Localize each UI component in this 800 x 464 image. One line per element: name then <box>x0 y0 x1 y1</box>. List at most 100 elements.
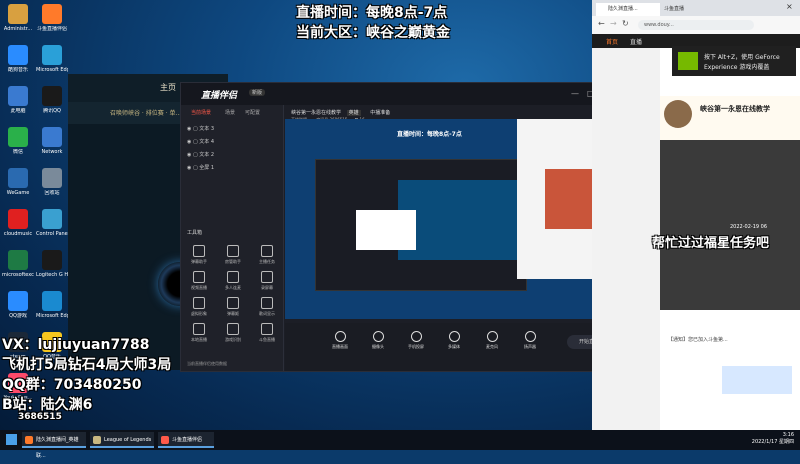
back-icon[interactable]: ← <box>598 19 605 28</box>
desktop-icon[interactable]: 回收站 <box>36 168 68 196</box>
source-item[interactable]: ◉ ▢ 文本 2 <box>187 151 214 158</box>
control-label: 手机投屏 <box>408 344 424 349</box>
control-button[interactable]: 扬声器 <box>515 331 545 350</box>
desktop-icon[interactable]: QQ游戏 <box>2 291 34 319</box>
app-icon <box>42 127 62 147</box>
browser-tab[interactable]: 斗鱼直播 <box>652 3 712 16</box>
desktop-icon-label: WeGame <box>6 190 30 196</box>
taskbar-item[interactable]: 斗鱼直播伴侣 <box>158 432 214 448</box>
tool-button[interactable]: 弹幕姬 <box>221 297 245 317</box>
control-icon <box>372 331 384 342</box>
app-icon <box>42 4 62 24</box>
video-player[interactable]: 2022-02-19 06 <box>660 140 800 310</box>
tool-button[interactable]: 弹幕助手 <box>187 245 211 265</box>
overlay-qq: QQ群：703480250 <box>2 377 142 393</box>
overlay-region: 当前大区：峡谷之巅黄金 <box>296 25 450 41</box>
tool-button[interactable]: 录屏幕 <box>255 271 279 291</box>
control-button[interactable]: 摄像头 <box>363 331 393 350</box>
control-button[interactable]: 手机投屏 <box>401 331 431 350</box>
app-icon <box>8 4 28 24</box>
nvidia-text-1: 按下 Alt+Z，使用 GeForce <box>704 54 780 61</box>
control-button[interactable]: 直播画面 <box>325 331 355 350</box>
minimize-icon[interactable]: — <box>571 89 579 98</box>
desktop-icon[interactable]: Microsoft Edge <box>36 45 68 73</box>
tool-button[interactable]: 歌词显示 <box>255 297 279 317</box>
desktop-icon[interactable]: Network <box>36 127 68 155</box>
room-title[interactable]: 峡谷第一永恩在线教学 <box>291 110 341 116</box>
taskbar-item[interactable]: League of Legends <box>90 432 154 448</box>
nvidia-text-2: Experience 游戏内覆盖 <box>704 64 770 71</box>
control-icon <box>486 331 498 342</box>
taskbar-item[interactable]: 陆久渊直播间_英雄联... <box>22 432 86 459</box>
lol-mode-label: 召唤师峡谷 · 排位赛 · 单... <box>110 110 182 117</box>
avatar[interactable] <box>664 100 692 128</box>
desktop-icon[interactable]: microsoftexcel <box>2 250 34 278</box>
refresh-icon[interactable]: ↻ <box>622 19 629 28</box>
stream-app-titlebar: 直播伴侣 新版 — □ × <box>181 83 621 105</box>
desktop-icon-label: Network <box>41 149 63 155</box>
tool-icon <box>227 245 239 257</box>
gift-banner[interactable] <box>722 366 792 394</box>
tool-button[interactable]: 游戏识别 <box>221 323 245 343</box>
version-badge: 新版 <box>249 89 266 96</box>
desktop-icon-label: 微信 <box>12 149 23 155</box>
control-icon <box>524 331 536 342</box>
control-button[interactable]: 麦克风 <box>477 331 507 350</box>
video-date: 2022-02-19 06 <box>730 224 768 230</box>
desktop-icon[interactable]: Microsoft Edge <box>36 291 68 319</box>
nav-home[interactable]: 首页 <box>606 37 618 46</box>
browser-tab[interactable]: 陆久渊直播... <box>596 3 660 16</box>
tool-button[interactable]: 斗鱼直播 <box>255 323 279 343</box>
desktop-icon[interactable]: cloudmusic <box>2 209 34 237</box>
source-item[interactable]: ◉ ▢ 文本 4 <box>187 138 214 145</box>
tool-label: 录屏幕 <box>261 285 273 290</box>
tool-icon <box>227 323 239 335</box>
desktop-icon[interactable]: 斗鱼直播伴侣 <box>36 4 68 32</box>
desktop-icon[interactable]: Administr... <box>2 4 34 32</box>
tool-icon <box>261 297 273 309</box>
forward-icon[interactable]: → <box>610 19 617 28</box>
desktop-icon[interactable]: 此电脑 <box>2 86 34 114</box>
tool-icon <box>193 271 205 283</box>
nav-live[interactable]: 直播 <box>630 37 642 46</box>
nested-dialog <box>356 210 416 250</box>
tool-button[interactable]: 主播任务 <box>255 245 279 265</box>
tab-scenes[interactable]: 场景 <box>225 109 235 116</box>
desktop-icon[interactable]: WeGame <box>2 168 34 196</box>
close-icon[interactable]: × <box>786 2 793 11</box>
clock[interactable]: 3:16 2022/1/17 星期四 <box>750 432 794 445</box>
desktop-icon-label: cloudmusic <box>3 231 33 237</box>
source-item[interactable]: ◉ ▢ 全屏 1 <box>187 164 214 171</box>
desktop-icon[interactable]: 腾讯QQ <box>36 86 68 114</box>
tab-current-scene[interactable]: 当前场景 <box>191 109 211 116</box>
desktop-icon[interactable]: Control Panel <box>36 209 68 237</box>
desktop-icon[interactable]: 微信 <box>2 127 34 155</box>
control-label: 麦克风 <box>486 344 498 349</box>
stream-preview[interactable]: 直播时间：每晚8点-7点 <box>285 119 619 319</box>
url-input[interactable]: www.douy... <box>638 20 754 30</box>
tool-button[interactable]: 多人连麦 <box>221 271 245 291</box>
tab-configurable[interactable]: 可配置 <box>245 109 260 116</box>
tools-title: 工具箱 <box>187 230 203 236</box>
tool-label: 歌词显示 <box>259 311 275 316</box>
start-icon[interactable] <box>6 434 17 445</box>
control-button[interactable]: 多媒体 <box>439 331 469 350</box>
scene-panel: 当前场景 场景 可配置 ◉ ▢ 文本 3 ◉ ▢ 文本 4 ◉ ▢ 文本 2 ◉… <box>181 105 284 371</box>
preview-overlay-text: 直播时间：每晚8点-7点 <box>397 131 462 138</box>
tool-icon <box>193 297 205 309</box>
desktop-icon[interactable]: 酷狗音乐 <box>2 45 34 73</box>
desktop-icon-label: microsoftexcel <box>2 272 34 278</box>
tool-button[interactable]: 视频直播 <box>187 271 211 291</box>
tool-button[interactable]: 房管助手 <box>221 245 245 265</box>
overlay-record: 飞机打5局钻石4局大师3局 <box>2 357 172 373</box>
control-icon <box>334 331 346 342</box>
room-tag[interactable]: 英雄 <box>346 110 361 116</box>
app-icon <box>42 291 62 311</box>
tool-button[interactable]: 本地直播 <box>187 323 211 343</box>
desktop-icon[interactable]: Logitech G HUB <box>36 250 68 278</box>
desktop-icon-label: 斗鱼直播伴侣 <box>36 26 67 32</box>
desktop-icon-label: 此电脑 <box>10 108 26 114</box>
lol-nav-home[interactable]: 主页 <box>160 82 176 93</box>
tool-button[interactable]: 虚拟形象 <box>187 297 211 317</box>
source-item[interactable]: ◉ ▢ 文本 3 <box>187 125 214 132</box>
